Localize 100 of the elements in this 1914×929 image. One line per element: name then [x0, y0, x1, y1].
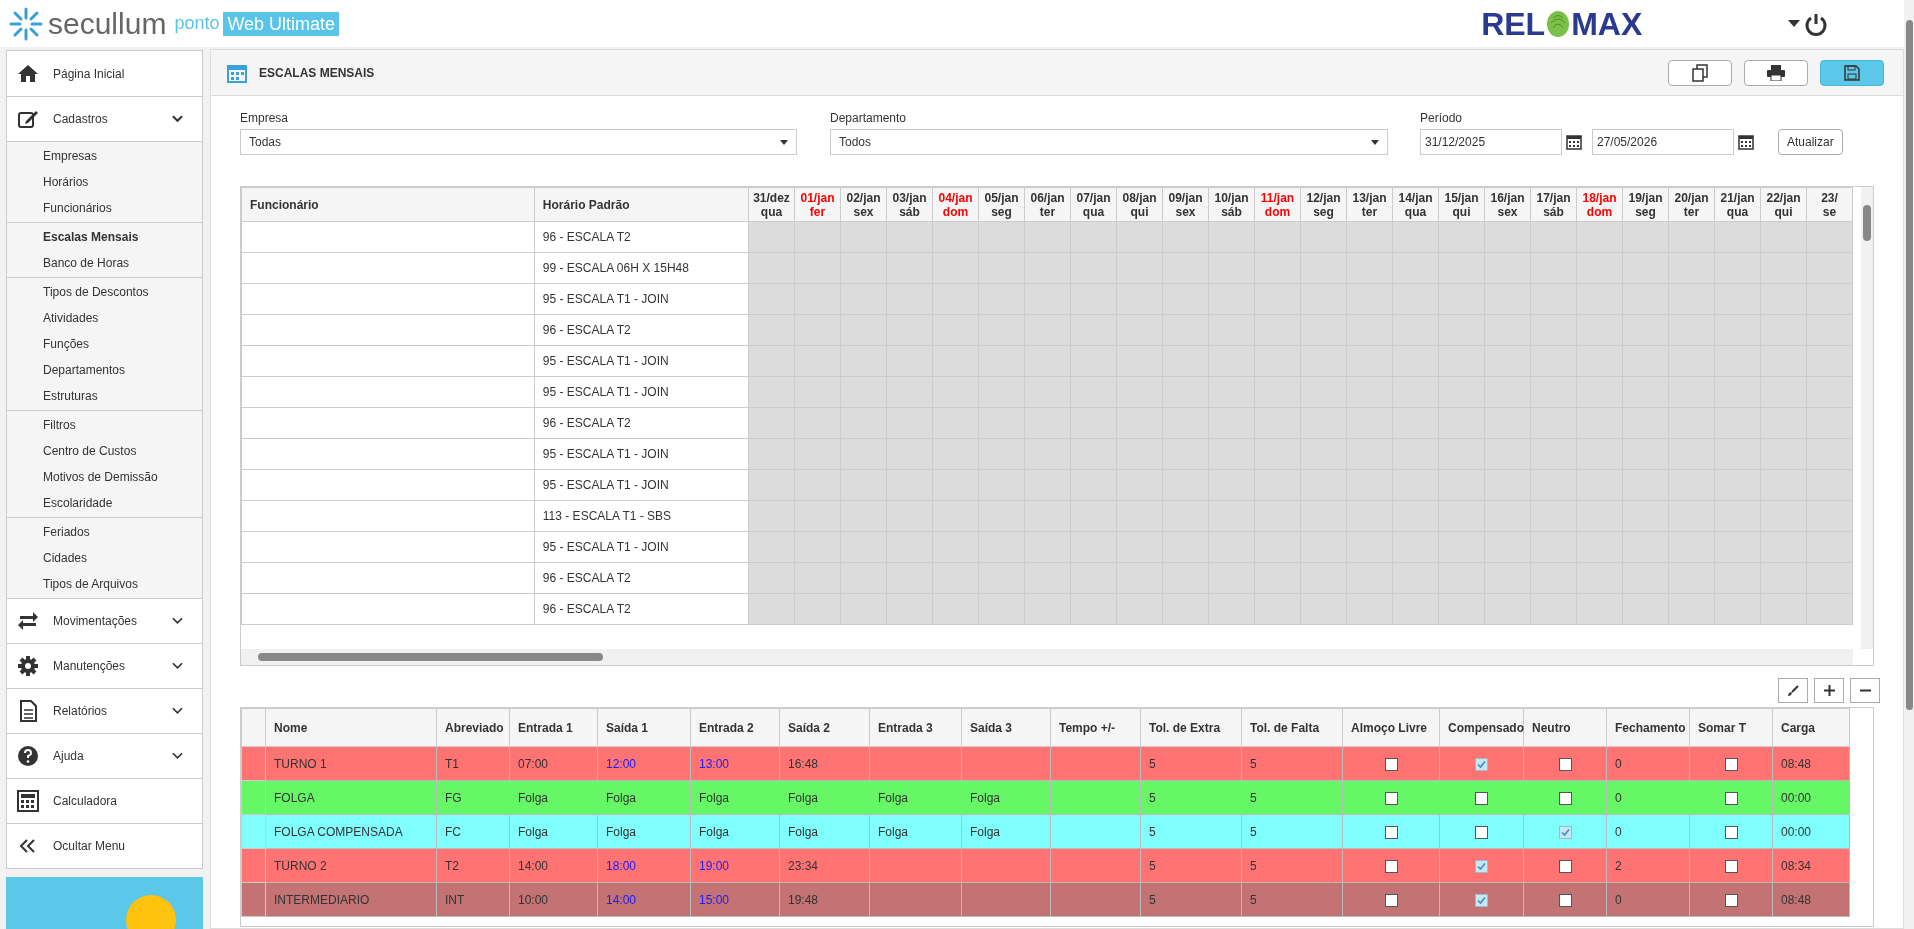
calendar-icon[interactable]	[1566, 134, 1582, 150]
checkbox[interactable]	[1475, 893, 1488, 907]
submenu-item[interactable]: Feriados	[7, 519, 202, 545]
field-label: Departamento	[830, 110, 908, 127]
checkbox[interactable]	[1558, 757, 1572, 771]
power-icon[interactable]	[1804, 11, 1829, 36]
day-header: 12/jan seg	[1300, 187, 1347, 222]
schedule-cell: 113 - ESCALA T1 - SBS	[534, 500, 749, 532]
arrows-icon	[17, 610, 39, 632]
submenu-item[interactable]: Empresas	[7, 143, 202, 169]
end-date-field[interactable]: 27/05/2026	[1592, 129, 1734, 155]
table-cell: 5	[1140, 746, 1242, 781]
menu-item[interactable]: Movimentações	[7, 598, 202, 643]
checkbox[interactable]	[1558, 859, 1572, 873]
checkbox[interactable]	[1724, 825, 1738, 839]
table-cell: 5	[1241, 848, 1343, 883]
checkbox[interactable]	[1384, 893, 1398, 907]
shift-row[interactable]: FOLGA FG Folga Folga Folga Folga Folga Folga 5 5 0 00:00	[241, 780, 1850, 815]
shift-row[interactable]: FOLGA COMPENSADA FC Folga Folga Folga Folga Folga Folga 5 5 0 00:00	[241, 814, 1850, 849]
menu-item[interactable]: Calculadora	[7, 778, 202, 823]
field-label: Período	[1420, 110, 1464, 127]
add-button[interactable]	[1814, 678, 1844, 703]
column-header: Horário Padrão	[534, 187, 749, 222]
submenu-item[interactable]: Filtros	[7, 412, 202, 438]
table-cell: Folga	[509, 814, 598, 849]
submenu-item[interactable]: Departamentos	[7, 357, 202, 383]
checkbox[interactable]	[1724, 757, 1738, 771]
checkbox[interactable]	[1384, 757, 1398, 771]
menu-item[interactable]: Manutenções	[7, 643, 202, 688]
edition-badge: Web Ultimate	[223, 11, 340, 36]
submenu-item[interactable]: Motivos de Demissão	[7, 464, 202, 490]
field-label: Empresa	[240, 110, 290, 127]
menu-item[interactable]: Relatórios	[7, 688, 202, 733]
submenu-item[interactable]: Estruturas	[7, 383, 202, 409]
shift-row[interactable]: TURNO 2 T2 14:00 18:00 19:00 23:34 5 5 2 08:34	[241, 848, 1850, 883]
submenu-item[interactable]: Funcionários	[7, 195, 202, 221]
table-cell: Folga	[869, 814, 962, 849]
remove-button[interactable]	[1850, 678, 1880, 703]
table-cell: FG	[436, 780, 510, 815]
checkbox[interactable]	[1475, 791, 1488, 805]
submenu-item[interactable]: Cidades	[7, 545, 202, 571]
home-icon	[17, 62, 39, 85]
submenu-item[interactable]: Funções	[7, 331, 202, 357]
checkbox[interactable]	[1384, 859, 1398, 873]
table-cell: 16:48	[779, 746, 870, 781]
horizontal-scrollbar[interactable]	[241, 649, 1853, 665]
save-button[interactable]	[1820, 59, 1884, 86]
shift-row[interactable]: TURNO 1 T1 07:00 12:00 13:00 16:48 5 5 0 08:48	[241, 746, 1850, 781]
checkbox[interactable]	[1724, 893, 1738, 907]
brush-button[interactable]	[1778, 678, 1808, 703]
table-cell: 15:00	[690, 882, 780, 917]
table-cell: 08:48	[1772, 882, 1850, 917]
shift-row[interactable]: INTERMEDIARIO INT 10:00 14:00 15:00 19:48 5 5 0 08:48	[241, 882, 1850, 917]
checkbox[interactable]	[1475, 825, 1488, 839]
submenu-item[interactable]: Tipos de Descontos	[7, 279, 202, 305]
table-cell: 08:48	[1772, 746, 1850, 781]
submenu-item[interactable]: Centro de Custos	[7, 438, 202, 464]
submenu-item[interactable]: Escalas Mensais	[7, 224, 202, 250]
menu-item[interactable]: Ajuda	[7, 733, 202, 778]
checkbox[interactable]	[1724, 791, 1738, 805]
column-header: Saída 1	[597, 708, 691, 747]
department-dropdown[interactable]: Todos	[830, 129, 1388, 155]
column-header: Tol. de Extra	[1140, 708, 1242, 747]
column-header: Tempo +/-	[1050, 708, 1141, 747]
day-header: 13/jan ter	[1346, 187, 1393, 222]
checkbox[interactable]	[1724, 859, 1738, 873]
table-cell: 0	[1606, 746, 1690, 781]
schedule-cell: 96 - ESCALA T2	[534, 593, 749, 625]
submenu-item[interactable]: Atividades	[7, 305, 202, 331]
checkbox[interactable]	[1475, 757, 1488, 771]
table-cell: Folga	[690, 814, 780, 849]
checkbox[interactable]	[1558, 893, 1572, 907]
table-cell: 14:00	[597, 882, 691, 917]
column-header: Neutro	[1523, 708, 1607, 747]
menu-item[interactable]: Ocultar Menu	[7, 823, 202, 868]
submenu-item[interactable]: Banco de Horas	[7, 250, 202, 276]
printer-icon	[1767, 64, 1785, 81]
checkbox[interactable]	[1558, 791, 1572, 805]
submenu-item[interactable]: Escolaridade	[7, 490, 202, 516]
calendar-icon[interactable]	[1738, 134, 1754, 150]
company-dropdown[interactable]: Todas	[240, 129, 797, 155]
submenu-item[interactable]: Horários	[7, 169, 202, 195]
column-header: Abreviado	[436, 708, 510, 747]
checkbox[interactable]	[1384, 791, 1398, 805]
vertical-scrollbar[interactable]	[1861, 187, 1873, 649]
start-date-field[interactable]: 31/12/2025	[1420, 129, 1562, 155]
print-button[interactable]	[1744, 59, 1808, 86]
checkbox[interactable]	[1558, 825, 1572, 839]
day-header: 19/jan seg	[1622, 187, 1669, 222]
day-header: 02/jan sex	[840, 187, 887, 222]
copy-button[interactable]	[1668, 59, 1732, 86]
submenu-item[interactable]: Tipos de Arquivos	[7, 571, 202, 597]
schedule-cell: 96 - ESCALA T2	[534, 562, 749, 594]
refresh-button[interactable]: Atualizar	[1778, 129, 1843, 155]
caret-icon[interactable]	[1788, 19, 1801, 28]
menu-item[interactable]: Página Inicial	[7, 51, 202, 96]
day-header: 03/jan sáb	[886, 187, 933, 222]
checkbox[interactable]	[1384, 825, 1398, 839]
checkbox[interactable]	[1475, 859, 1488, 873]
table-cell: 0	[1606, 882, 1690, 917]
